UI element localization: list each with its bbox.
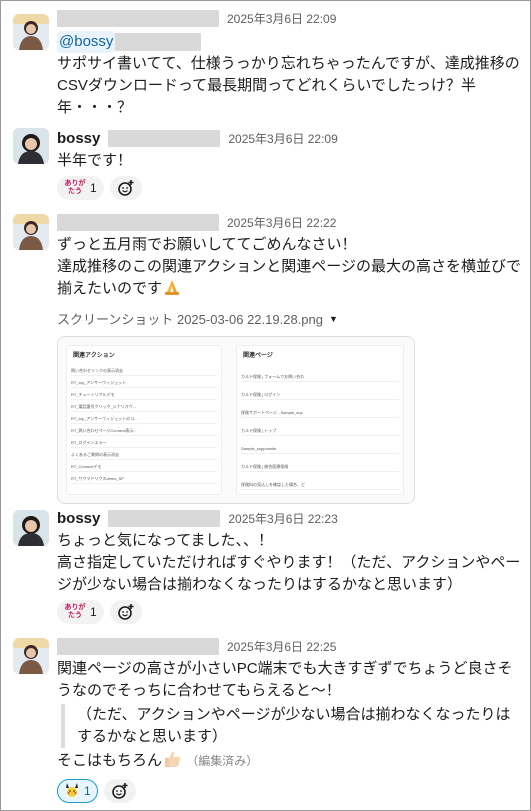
redacted-username: [57, 213, 219, 231]
message-line-2: 達成推移のこの関連アクションと関連ページの最大の高さを横並びで揃えたいのです: [57, 258, 521, 297]
reaction-count: 1: [90, 181, 97, 195]
message-text: 関連ページの高さが小さいPC端末でも大きすぎずでちょうど良さそうなのでそっちに合…: [57, 660, 513, 699]
message-line-1: ちょっと気になってました、、！: [57, 532, 274, 549]
add-reaction-button[interactable]: [103, 779, 136, 803]
redacted-username: [108, 509, 221, 527]
message-text: 半年です！: [57, 152, 133, 169]
preview-row: RT_top_アンサーウィジェットのコ...: [71, 416, 217, 424]
message-line-1: ずっと五月雨でお願いしててごめんなさい！: [57, 236, 357, 253]
add-reaction-button[interactable]: [109, 600, 142, 624]
preview-row: Sample_supportsite: [241, 446, 399, 454]
redacted-username: [57, 9, 219, 27]
message-text: サポサイ書いてて、仕様うっかり忘れちゃったんですが、達成推移のCSVダウンロード…: [57, 55, 520, 116]
preview-row: RT_チュートリアルデモ: [71, 392, 217, 400]
blockquote: （ただ、アクションやページが少ない場合は揃わなくなったりはするかなと思います）: [61, 704, 523, 748]
timestamp[interactable]: 2025年3月6日 22:22: [227, 214, 336, 231]
avatar[interactable]: [13, 638, 49, 674]
preview-left-title: 関連アクション: [73, 353, 115, 359]
redacted-username: [57, 637, 219, 655]
reaction-pikachu[interactable]: 1: [57, 779, 98, 803]
avatar[interactable]: [13, 214, 49, 250]
preview-row: カルテ保険 | ログイン: [241, 392, 399, 400]
preview-row: RT_top_アンサーウィジェット: [71, 380, 217, 388]
add-emoji-icon: [111, 783, 128, 799]
screenshot-preview[interactable]: 関連アクション 問い合わせリンクの表示消去 RT_top_アンサーウィジェット …: [57, 336, 415, 504]
edited-label: （編集済み）: [186, 754, 259, 768]
username[interactable]: bossy: [57, 510, 100, 527]
arigatou-emoji-icon: ありが たう: [64, 180, 86, 195]
user-mention[interactable]: @bossy: [57, 31, 116, 53]
timestamp[interactable]: 2025年3月6日 22:25: [227, 638, 336, 655]
thumbs-up-emoji-icon: [162, 750, 182, 775]
reaction-arigatou[interactable]: ありが たう 1: [57, 176, 104, 200]
timestamp[interactable]: 2025年3月6日 22:23: [228, 510, 337, 527]
preview-row: RT_ログインエラー: [71, 440, 217, 448]
avatar[interactable]: [13, 14, 49, 50]
reaction-arigatou[interactable]: ありが たう 1: [57, 600, 104, 624]
preview-row: 保険料の見込しを確認した場合、ど: [241, 482, 399, 490]
reaction-count: 1: [90, 605, 97, 619]
redacted-mention: [115, 33, 202, 51]
preview-row: 問い合わせリンクの表示消去: [71, 368, 217, 376]
preview-right-title: 関連ページ: [243, 353, 273, 359]
preview-row: カルテ保険 | トップ: [241, 428, 399, 436]
closing-text: そこはもちろん: [57, 752, 163, 769]
avatar[interactable]: [13, 128, 49, 164]
add-reaction-button[interactable]: [109, 176, 142, 200]
caret-down-icon[interactable]: ▼: [329, 314, 338, 324]
timestamp[interactable]: 2025年3月6日 22:09: [228, 130, 337, 147]
preview-right-pane: 関連ページ カルテ保険 | フォームでお問い合わ カルテ保険 | ログイン 保険…: [236, 345, 404, 495]
preview-row: 保険サポートページ - Sample_sup: [241, 410, 399, 418]
username[interactable]: bossy: [57, 130, 100, 147]
redacted-username: [108, 129, 221, 147]
pray-emoji-icon: [162, 278, 182, 303]
preview-left-pane: 関連アクション 問い合わせリンクの表示消去 RT_top_アンサーウィジェット …: [66, 345, 222, 495]
avatar[interactable]: [13, 510, 49, 546]
add-emoji-icon: [117, 604, 134, 620]
quote-text: （ただ、アクションやページが少ない場合は揃わなくなったりはするかなと思います）: [77, 706, 511, 745]
preview-row: RT_電話番号クリック_シナリオウ...: [71, 404, 217, 412]
reaction-count: 1: [84, 784, 91, 798]
file-name[interactable]: スクリーンショット 2025-03-06 22.19.28.png: [57, 309, 323, 328]
add-emoji-icon: [117, 180, 134, 196]
preview-row: よくあるご質問の表示消去: [71, 452, 217, 460]
timestamp[interactable]: 2025年3月6日 22:09: [227, 10, 336, 27]
pikachu-icon: [64, 782, 80, 801]
preview-row: RT_サクマドリクスdemo_SP: [71, 476, 217, 484]
preview-row: RT_Connectデモ: [71, 464, 217, 472]
arigatou-emoji-icon: ありが たう: [64, 604, 86, 619]
preview-row: カルテ保険 | フォームでお問い合わ: [241, 374, 399, 382]
preview-row: カルテ保険 | 総合医療保険: [241, 464, 399, 472]
preview-row: RT_問い合わせページConnect表示...: [71, 428, 217, 436]
message-line-2: 高さ指定していただければすぐやります！（ただ、アクションやページが少ない場合は揃…: [57, 554, 521, 593]
